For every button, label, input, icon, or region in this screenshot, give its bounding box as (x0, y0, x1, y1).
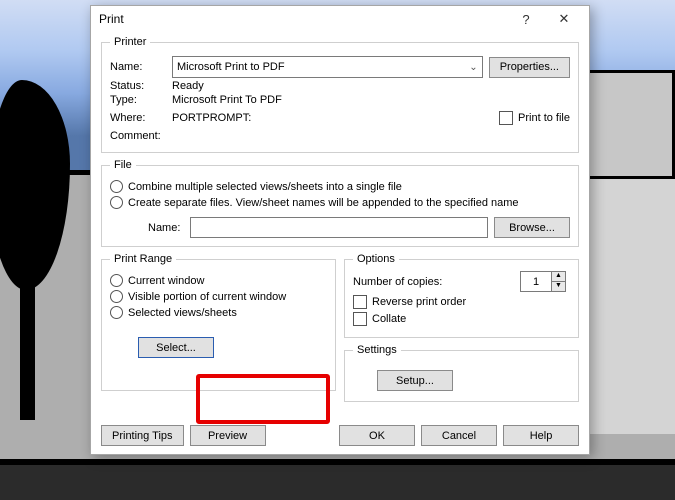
close-icon: ✕ (559, 11, 570, 27)
file-separate-radio[interactable]: Create separate files. View/sheet names … (110, 196, 570, 209)
close-button[interactable]: ✕ (545, 8, 583, 30)
print-range-group: Print Range Current window Visible porti… (101, 253, 336, 391)
radio-icon (110, 196, 123, 209)
reverse-order-checkbox[interactable]: Reverse print order (353, 295, 570, 309)
checkbox-icon (499, 111, 513, 125)
preview-button[interactable]: Preview (190, 425, 266, 446)
radio-icon (110, 180, 123, 193)
options-legend: Options (353, 253, 399, 265)
copies-value: 1 (521, 276, 551, 288)
checkbox-icon (353, 312, 367, 326)
select-button[interactable]: Select... (138, 337, 214, 358)
print-to-file-checkbox[interactable]: Print to file (499, 111, 570, 125)
checkbox-icon (353, 295, 367, 309)
spin-up-icon[interactable]: ▲ (551, 272, 565, 282)
question-icon: ? (522, 12, 529, 27)
cancel-button[interactable]: Cancel (421, 425, 497, 446)
ok-button[interactable]: OK (339, 425, 415, 446)
printer-name-label: Name: (110, 61, 172, 73)
file-group: File Combine multiple selected views/she… (101, 159, 579, 247)
printer-legend: Printer (110, 36, 150, 48)
file-name-label: Name: (148, 222, 180, 234)
file-combine-radio[interactable]: Combine multiple selected views/sheets i… (110, 180, 570, 193)
radio-icon (110, 290, 123, 303)
comment-label: Comment: (110, 130, 172, 142)
printing-tips-button[interactable]: Printing Tips (101, 425, 184, 446)
options-group: Options Number of copies: 1 ▲ ▼ (344, 253, 579, 338)
copies-label: Number of copies: (353, 276, 442, 288)
dialog-button-bar: Printing Tips Preview OK Cancel Help (101, 425, 579, 446)
file-separate-label: Create separate files. View/sheet names … (128, 197, 519, 209)
titlebar: Print ? ✕ (91, 6, 589, 32)
range-visible-radio[interactable]: Visible portion of current window (110, 290, 327, 303)
collate-checkbox[interactable]: Collate (353, 312, 570, 326)
file-combine-label: Combine multiple selected views/sheets i… (128, 181, 402, 193)
settings-legend: Settings (353, 344, 401, 356)
type-value: Microsoft Print To PDF (172, 94, 282, 106)
print-range-legend: Print Range (110, 253, 176, 265)
properties-button[interactable]: Properties... (489, 57, 570, 78)
browse-button[interactable]: Browse... (494, 217, 570, 238)
reverse-order-label: Reverse print order (372, 296, 466, 308)
range-selected-radio[interactable]: Selected views/sheets (110, 306, 327, 319)
radio-icon (110, 274, 123, 287)
range-current-label: Current window (128, 275, 204, 287)
where-label: Where: (110, 112, 172, 124)
range-visible-label: Visible portion of current window (128, 291, 286, 303)
printer-name-value: Microsoft Print to PDF (177, 61, 285, 73)
print-dialog: Print ? ✕ Printer Name: Microsoft Print … (90, 5, 590, 455)
file-name-input[interactable] (190, 217, 488, 238)
window-title: Print (99, 12, 124, 26)
print-to-file-label: Print to file (518, 112, 570, 124)
setup-button[interactable]: Setup... (377, 370, 453, 391)
copies-spinner[interactable]: 1 ▲ ▼ (520, 271, 566, 292)
range-selected-label: Selected views/sheets (128, 307, 237, 319)
help-button[interactable]: ? (507, 8, 545, 30)
chevron-down-icon: ⌄ (469, 62, 477, 73)
status-value: Ready (172, 80, 204, 92)
printer-group: Printer Name: Microsoft Print to PDF ⌄ P… (101, 36, 579, 153)
type-label: Type: (110, 94, 172, 106)
collate-label: Collate (372, 313, 406, 325)
where-value: PORTPROMPT: (172, 112, 251, 124)
spin-down-icon[interactable]: ▼ (551, 282, 565, 291)
printer-name-dropdown[interactable]: Microsoft Print to PDF ⌄ (172, 56, 483, 78)
status-label: Status: (110, 80, 172, 92)
settings-group: Settings Setup... (344, 344, 579, 402)
file-legend: File (110, 159, 136, 171)
help-button-bottom[interactable]: Help (503, 425, 579, 446)
radio-icon (110, 306, 123, 319)
range-current-radio[interactable]: Current window (110, 274, 327, 287)
